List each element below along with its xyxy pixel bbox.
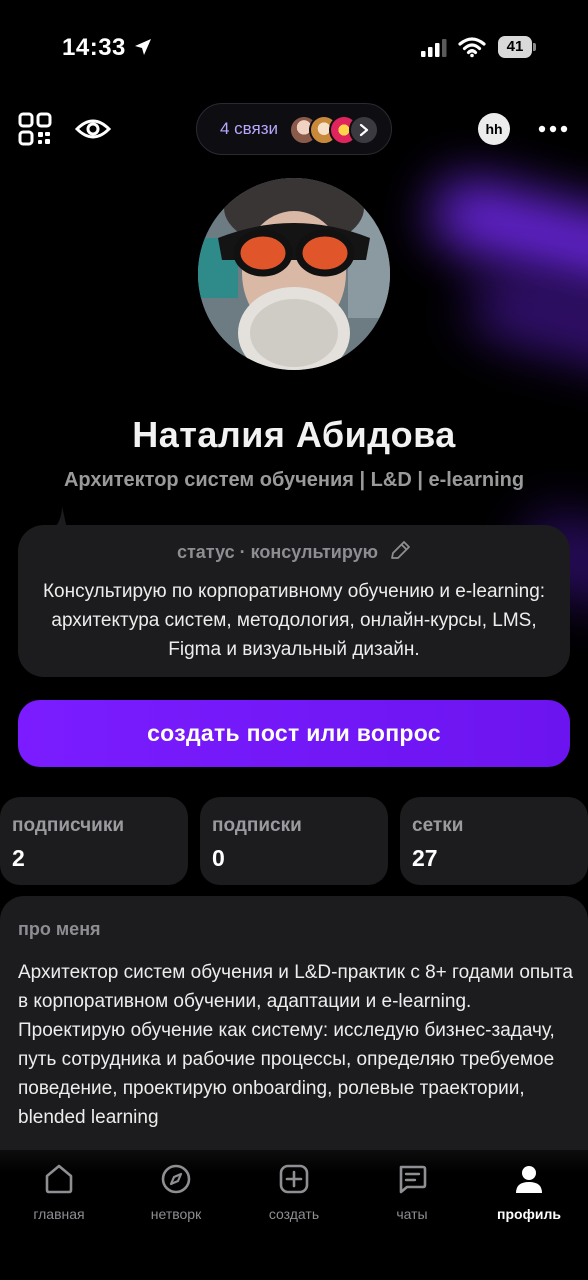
bottom-nav: главная нетворк создать чаты профиль — [0, 1150, 588, 1280]
qr-code-icon[interactable] — [18, 112, 52, 146]
purple-glow — [425, 172, 588, 298]
location-arrow-icon — [135, 39, 151, 55]
clock: 14:33 — [62, 34, 126, 61]
stat-value: 2 — [12, 845, 25, 871]
wifi-icon — [458, 37, 486, 58]
connections-label: 4 связи — [220, 119, 279, 138]
status-label: статус · консультирую — [176, 542, 379, 562]
chevron-right-icon — [349, 115, 379, 145]
plus-square-icon — [279, 1164, 309, 1194]
nav-label: профиль — [497, 1206, 561, 1222]
edit-pencil-icon[interactable] — [389, 541, 411, 561]
nav-chats[interactable]: чаты — [362, 1162, 462, 1222]
compass-icon — [161, 1164, 191, 1194]
status-card[interactable]: статус · консультирую Консультирую по ко… — [18, 525, 570, 677]
nav-network[interactable]: нетворк — [126, 1162, 226, 1222]
signal-icon — [421, 39, 447, 57]
purple-glow — [466, 274, 588, 382]
profile-avatar[interactable] — [198, 178, 390, 370]
nav-label: чаты — [396, 1206, 428, 1222]
nav-home[interactable]: главная — [9, 1162, 109, 1222]
status-text: Консультирую по корпоративному обучению … — [42, 581, 546, 660]
hh-badge[interactable]: hh — [478, 113, 510, 145]
stat-grids[interactable]: сетки 27 — [400, 797, 588, 885]
nav-create[interactable]: создать — [244, 1162, 344, 1222]
battery-icon: 41 — [498, 36, 536, 58]
profile-headline: Архитектор систем обучения | L&D | e-lea… — [63, 469, 525, 491]
stat-following[interactable]: подписки 0 — [200, 797, 388, 885]
stat-label: сетки — [412, 815, 464, 836]
about-text: Архитектор систем обучения и L&D-практик… — [18, 958, 574, 1132]
profile-name: Наталия Абидова — [132, 414, 456, 455]
connection-avatars — [289, 115, 379, 145]
about-paragraph: Архитектор систем обучения и L&D-практик… — [18, 962, 573, 1012]
stat-value: 27 — [412, 845, 438, 871]
connections-button[interactable]: 4 связи — [196, 103, 392, 155]
more-dots-icon[interactable] — [538, 124, 568, 134]
home-icon — [45, 1164, 73, 1194]
eye-icon[interactable] — [75, 114, 111, 144]
about-paragraph: Проектирую обучение как систему: исследу… — [18, 1020, 555, 1128]
stat-value: 0 — [212, 845, 225, 871]
person-icon — [516, 1166, 542, 1193]
status-header: статус · консультирую — [18, 541, 570, 563]
nav-label: нетворк — [150, 1206, 202, 1222]
about-card: про меня Архитектор систем обучения и L&… — [0, 896, 588, 1186]
stat-label: подписки — [212, 815, 302, 836]
stat-label: подписчики — [12, 815, 125, 836]
about-title: про меня — [18, 919, 101, 939]
nav-label: главная — [33, 1206, 85, 1222]
nav-profile[interactable]: профиль — [479, 1162, 579, 1222]
stat-followers[interactable]: подписчики 2 — [0, 797, 188, 885]
status-bar: 14:33 41 — [0, 0, 588, 96]
battery-level: 41 — [498, 36, 532, 58]
create-post-button[interactable]: создать пост или вопрос — [18, 700, 570, 767]
nav-label: создать — [268, 1206, 320, 1222]
chat-icon — [399, 1165, 427, 1194]
